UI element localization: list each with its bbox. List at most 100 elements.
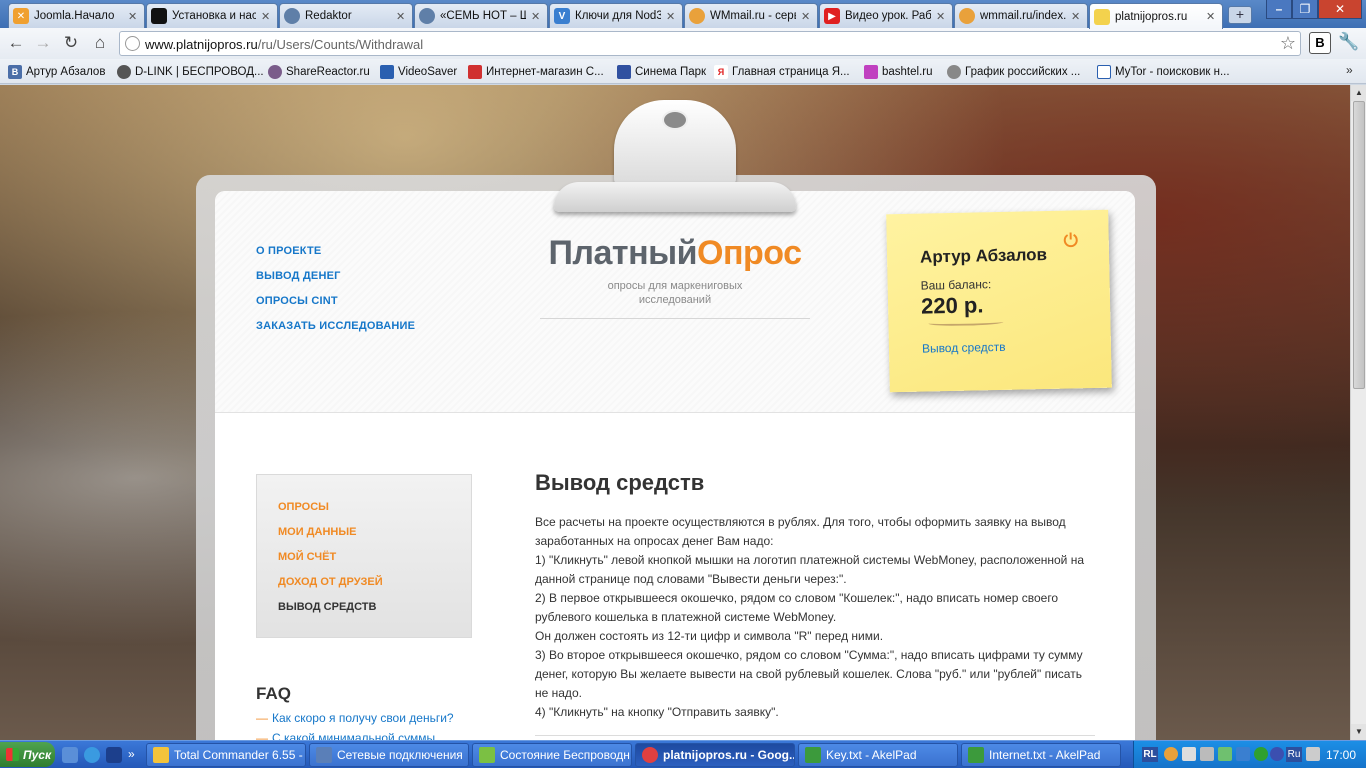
bookmark-item[interactable]: Интернет-магазин С... <box>468 63 604 80</box>
tray-bluetooth-icon[interactable] <box>1270 747 1284 761</box>
tab-title: Установка и наст <box>172 10 256 22</box>
close-window-button[interactable]: ✕ <box>1318 0 1362 19</box>
bookmark-label: Синема Парк <box>635 65 707 78</box>
withdrawal-instructions: Все расчеты на проекте осуществляются в … <box>535 513 1095 722</box>
minimize-button[interactable]: – <box>1266 0 1292 19</box>
taskbar-item-akelpad-key[interactable]: Key.txt - AkelPad <box>798 743 958 767</box>
logo-part-2: Опрос <box>697 234 802 272</box>
quicklaunch-app-icon[interactable] <box>106 747 122 763</box>
sticky-withdraw-link[interactable]: Вывод средств <box>922 340 1006 356</box>
bookmark-item[interactable]: ShareReactor.ru <box>268 63 370 80</box>
tab-platnijopros[interactable]: platnijopros.ru ✕ <box>1089 3 1223 29</box>
tab-sem-not[interactable]: «СЕМЬ НОТ – ШЕ ✕ <box>414 3 548 28</box>
maximize-button[interactable]: ❐ <box>1292 0 1318 19</box>
faq-link[interactable]: — С какой минимальной суммы <box>256 731 435 740</box>
windows-taskbar: Пуск » Total Commander 6.55 - ... Сетевы… <box>0 740 1366 768</box>
bookmark-item[interactable]: VideoSaver <box>380 63 457 80</box>
side-nav-my-data[interactable]: МОИ ДАННЫЕ <box>278 526 356 538</box>
nav-withdraw-money[interactable]: ВЫВОД ДЕНЕГ <box>256 270 341 282</box>
bookmark-label: VideoSaver <box>398 65 458 78</box>
tab-joomla[interactable]: ✕ Joomla.Начало ✕ <box>8 3 145 28</box>
bookmark-star-icon[interactable]: ☆ <box>1280 33 1296 54</box>
taskbar-item-wireless[interactable]: Состояние Беспроводн... <box>472 743 632 767</box>
site-logo[interactable]: ПлатныйОпрос опросы для маркениговых исс… <box>540 234 810 307</box>
side-nav-referral-income[interactable]: ДОХОД ОТ ДРУЗЕЙ <box>278 576 383 588</box>
tab-close-icon[interactable]: ✕ <box>128 10 138 23</box>
home-button[interactable]: ⌂ <box>88 32 112 54</box>
scroll-up-icon[interactable]: ▲ <box>1351 85 1366 101</box>
tab-close-icon[interactable]: ✕ <box>801 10 811 23</box>
tab-close-icon[interactable]: ✕ <box>531 10 541 23</box>
side-nav-withdrawal[interactable]: ВЫВОД СРЕДСТВ <box>278 601 376 613</box>
back-button[interactable]: ← <box>4 32 28 54</box>
faq-link-text: Как скоро я получу свои деньги? <box>272 711 454 725</box>
page-favicon-icon <box>151 8 167 24</box>
bookmark-item[interactable]: График российских ... <box>947 63 1080 80</box>
start-button[interactable]: Пуск <box>0 742 55 767</box>
nav-about[interactable]: О ПРОЕКТЕ <box>256 245 321 257</box>
tab-close-icon[interactable]: ✕ <box>396 10 406 23</box>
tab-close-icon[interactable]: ✕ <box>1206 10 1216 23</box>
extension-b-icon[interactable]: B <box>1309 32 1331 54</box>
tab-close-icon[interactable]: ✕ <box>1071 10 1081 23</box>
balance-underline <box>928 318 1004 327</box>
nav-cint-surveys[interactable]: ОПРОСЫ CINT <box>256 295 338 307</box>
tray-app-icon[interactable] <box>1164 747 1178 761</box>
address-bar[interactable]: www.platnijopros.ru/ru/Users/Counts/With… <box>119 31 1301 56</box>
taskbar-item-chrome[interactable]: platnijopros.ru - Goog... <box>635 743 795 767</box>
bookmark-item[interactable]: Я Главная страница Я... <box>714 63 850 80</box>
scrollbar-thumb[interactable] <box>1353 101 1365 389</box>
faq-link[interactable]: — Как скоро я получу свои деньги? <box>256 711 454 725</box>
tray-app-icon[interactable] <box>1254 747 1268 761</box>
windows-flag-icon <box>6 748 19 761</box>
task-app-icon <box>805 747 821 763</box>
power-logout-icon[interactable] <box>1063 231 1079 248</box>
quicklaunch-overflow-icon[interactable]: » <box>128 747 136 763</box>
tab-redaktor[interactable]: Redaktor ✕ <box>279 3 413 28</box>
tab-install[interactable]: Установка и наст ✕ <box>146 3 278 28</box>
nav-order-research[interactable]: ЗАКАЗАТЬ ИССЛЕДОВАНИЕ <box>256 320 415 332</box>
side-nav-my-account[interactable]: МОЙ СЧЁТ <box>278 551 336 563</box>
new-tab-button[interactable]: + <box>1228 6 1252 24</box>
tray-network-icon[interactable] <box>1182 747 1196 761</box>
tray-app-icon[interactable] <box>1218 747 1232 761</box>
bookmark-item[interactable]: B Артур Абзалов <box>8 63 105 80</box>
tab-close-icon[interactable]: ✕ <box>261 10 271 23</box>
show-desktop-icon[interactable] <box>62 747 78 763</box>
user-name: Артур Абзалов <box>919 244 1048 267</box>
bookmark-item[interactable]: D-LINK | БЕСПРОВОД... <box>117 63 264 80</box>
taskbar-item-network[interactable]: Сетевые подключения <box>309 743 469 767</box>
taskbar-item-total-commander[interactable]: Total Commander 6.55 - ... <box>146 743 306 767</box>
tab-title: wmmail.ru/index.p <box>980 10 1066 22</box>
scroll-down-icon[interactable]: ▼ <box>1351 724 1366 740</box>
page-scrollbar[interactable]: ▲ ▼ <box>1350 85 1366 740</box>
taskbar-item-akelpad-internet[interactable]: Internet.txt - AkelPad <box>961 743 1121 767</box>
bookmark-favicon-icon <box>864 64 878 79</box>
tab-close-icon[interactable]: ✕ <box>666 10 676 23</box>
bookmark-item[interactable]: bashtel.ru <box>864 63 933 80</box>
bookmark-item[interactable]: MyTor - поисковик н... <box>1097 63 1230 80</box>
language-indicator[interactable]: RL <box>1142 747 1158 762</box>
bookmarks-overflow-icon[interactable]: » <box>1346 63 1353 77</box>
side-nav-surveys[interactable]: ОПРОСЫ <box>278 501 329 513</box>
tab-title: Видео урок. Раб <box>845 10 931 22</box>
tab-close-icon[interactable]: ✕ <box>936 10 946 23</box>
tray-wifi-icon[interactable] <box>1236 747 1250 761</box>
wrench-icon[interactable]: 🔧 <box>1338 32 1360 54</box>
task-label: Key.txt - AkelPad <box>826 748 917 762</box>
bookmark-label: График российских ... <box>965 65 1081 78</box>
tab-video[interactable]: ▶ Видео урок. Раб ✕ <box>819 3 953 28</box>
forward-button[interactable]: → <box>31 32 55 54</box>
tab-wmmail-index[interactable]: wmmail.ru/index.p ✕ <box>954 3 1088 28</box>
tab-wmmail[interactable]: WMmail.ru - серв ✕ <box>684 3 818 28</box>
keyboard-layout-indicator[interactable]: Ru <box>1286 747 1302 762</box>
tab-nod32[interactable]: V Ключи для Nod32 ✕ <box>549 3 683 28</box>
instruction-paragraph: Он должен состоять из 12-ти цифр и симво… <box>535 629 884 643</box>
bookmark-item[interactable]: Синема Парк <box>617 63 706 80</box>
tray-volume-icon[interactable] <box>1306 747 1320 761</box>
tray-monitor-icon[interactable] <box>1200 747 1214 761</box>
reload-button[interactable]: ↻ <box>59 32 83 54</box>
bookmark-label: MyTor - поисковик н... <box>1115 65 1230 78</box>
task-app-icon <box>479 747 495 763</box>
internet-explorer-icon[interactable] <box>84 747 100 763</box>
